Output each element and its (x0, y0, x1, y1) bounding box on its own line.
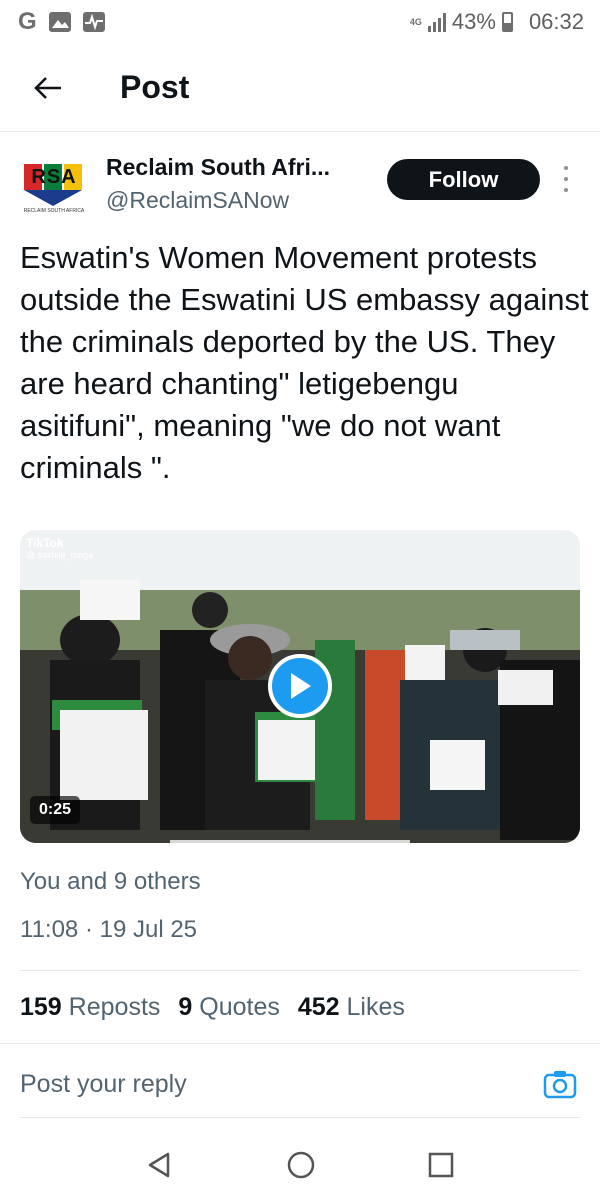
system-nav-bar (0, 1130, 600, 1200)
likes-count: 452 (297, 993, 340, 1021)
battery-icon (501, 12, 513, 32)
gallery-icon (48, 12, 71, 32)
top-app-bar: Post (0, 44, 600, 132)
avatar-subtitle: RECLAIM SOUTH AFRICA (23, 208, 85, 214)
author-name[interactable]: Reclaim South Afri... (106, 154, 330, 181)
liked-by[interactable]: You and 9 others (20, 868, 201, 896)
play-button[interactable] (268, 654, 332, 718)
likes-label: Likes (346, 993, 405, 1021)
camera-icon[interactable] (543, 1069, 577, 1099)
avatar-brand: RSA (31, 166, 77, 188)
follow-button[interactable]: Follow (387, 159, 540, 200)
reply-input[interactable]: Post your reply (20, 1070, 187, 1099)
tiktok-watermark: TikTok @ sakhile_mega (26, 536, 93, 560)
video-progress-bar (170, 840, 410, 843)
quotes-stat[interactable]: 9 Quotes (178, 993, 279, 1022)
video-media[interactable]: TikTok @ sakhile_mega 0:25 (20, 530, 580, 843)
g-icon: G (18, 8, 37, 35)
nav-back-icon[interactable] (146, 1151, 174, 1179)
back-button[interactable] (18, 58, 78, 118)
battery-percent: 43% (451, 9, 496, 34)
status-left-icons: G (18, 8, 105, 36)
divider (20, 970, 580, 971)
post-text: Eswatin's Women Movement protests outsid… (20, 240, 589, 485)
page-title: Post (120, 69, 190, 105)
likes-stat[interactable]: 452 Likes (298, 993, 405, 1022)
status-bar: G 4G 43% 06:32 (0, 0, 600, 44)
tiktok-handle: @ sakhile_mega (26, 550, 94, 560)
divider (0, 1043, 600, 1044)
nav-recents-icon[interactable] (428, 1152, 454, 1178)
engagement-stats: 159 Reposts 9 Quotes 452 Likes (20, 993, 405, 1022)
activity-icon (82, 12, 105, 32)
status-right: 4G 43% 06:32 (410, 9, 584, 35)
quotes-count: 9 (178, 993, 193, 1021)
post-timestamp: 11:08 · 19 Jul 25 (20, 916, 198, 943)
divider (20, 1117, 580, 1118)
reposts-label: Reposts (68, 993, 161, 1021)
arrow-left-icon (34, 76, 61, 99)
clock: 06:32 (528, 9, 584, 34)
signal-icon (427, 12, 446, 32)
tiktok-label: TikTok (26, 536, 64, 550)
more-options-icon[interactable] (558, 166, 574, 192)
quotes-label: Quotes (199, 993, 280, 1021)
play-icon (291, 673, 311, 699)
video-duration: 0:25 (30, 796, 81, 824)
reposts-stat[interactable]: 159 Reposts (20, 993, 160, 1022)
nav-home-icon[interactable] (286, 1150, 316, 1180)
author-info[interactable]: Reclaim South Afri... @ReclaimSANow (106, 154, 330, 220)
author-handle[interactable]: @ReclaimSANow (106, 187, 330, 214)
author-row: RSA RECLAIM SOUTH AFRICA Reclaim South A… (20, 150, 580, 224)
network-type: 4G (409, 16, 422, 27)
avatar[interactable]: RSA RECLAIM SOUTH AFRICA (20, 156, 88, 224)
reposts-count: 159 (20, 993, 62, 1021)
